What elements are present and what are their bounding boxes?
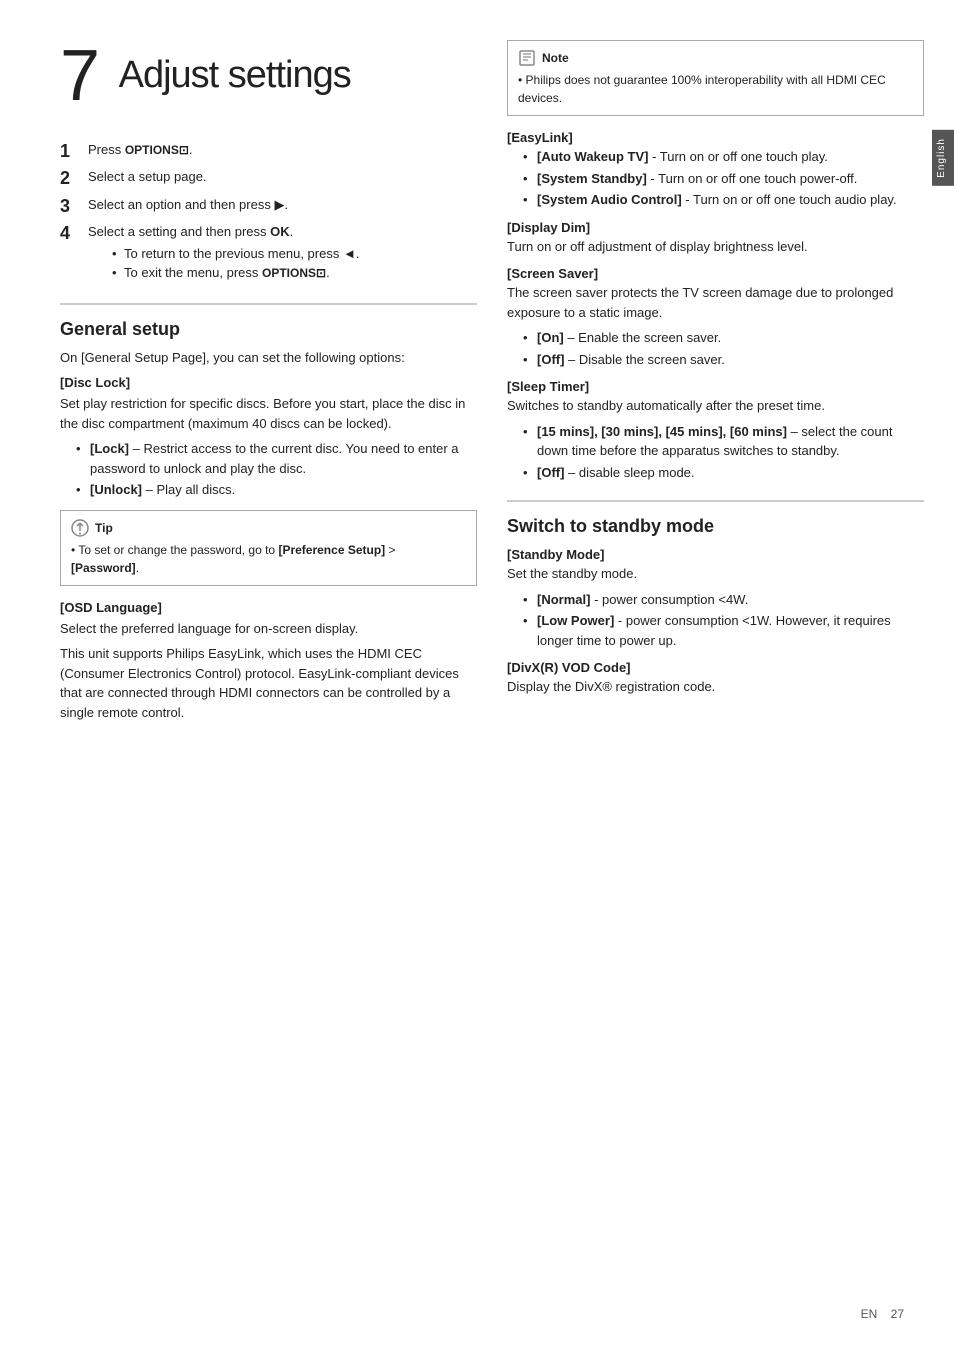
osd-language-body: Select the preferred language for on-scr… [60, 619, 477, 639]
step-4: 4 Select a setting and then press OK. To… [60, 222, 477, 283]
tip-text: • To set or change the password, go to [… [71, 541, 466, 577]
sleep-timer-heading: [Sleep Timer] [507, 379, 924, 394]
display-dim-heading: [Display Dim] [507, 220, 924, 235]
tip-header: Tip [71, 519, 466, 537]
chapter-number: 7 [60, 36, 99, 116]
footer-page-num: 27 [891, 1307, 904, 1321]
screen-saver-bullet-1: [On] – Enable the screen saver. [523, 328, 924, 348]
page-footer: EN 27 [861, 1307, 904, 1321]
step-1-num: 1 [60, 140, 84, 163]
left-column: 7 Adjust settings 1 Press OPTIONS⊡. 2 Se… [60, 40, 477, 1311]
step-2-text: Select a setup page. [88, 167, 207, 187]
disc-lock-bullet-1: [Lock] – Restrict access to the current … [76, 439, 477, 478]
step-1: 1 Press OPTIONS⊡. [60, 140, 477, 163]
section-divider-2 [507, 500, 924, 502]
tip-label: Tip [95, 519, 113, 537]
standby-mode-bullet-1: [Normal] - power consumption <4W. [523, 590, 924, 610]
easylink-bullet-1: [Auto Wakeup TV] - Turn on or off one to… [523, 147, 924, 167]
substep-4-1: To return to the previous menu, press ◄. [112, 244, 359, 264]
disc-lock-heading: [Disc Lock] [60, 375, 477, 390]
note-label: Note [542, 49, 569, 67]
step-3-num: 3 [60, 195, 84, 218]
osd-language-heading: [OSD Language] [60, 600, 477, 615]
step-3-text: Select an option and then press ▶. [88, 195, 288, 215]
easylink-bullet-3: [System Audio Control] - Turn on or off … [523, 190, 924, 210]
standby-mode-body: Set the standby mode. [507, 564, 924, 584]
step-4-num: 4 [60, 222, 84, 245]
step-1-text: Press OPTIONS⊡. [88, 140, 193, 160]
chapter-title: Adjust settings [119, 54, 351, 96]
side-tab: English [932, 130, 954, 186]
step-4-substeps: To return to the previous menu, press ◄.… [112, 244, 359, 283]
standby-mode-bullet-2: [Low Power] - power consumption <1W. How… [523, 611, 924, 650]
side-tab-text: English [936, 138, 947, 178]
sleep-timer-bullets: [15 mins], [30 mins], [45 mins], [60 min… [523, 422, 924, 483]
steps-list: 1 Press OPTIONS⊡. 2 Select a setup page.… [60, 140, 477, 283]
disc-lock-body: Set play restriction for specific discs.… [60, 394, 477, 433]
easylink-heading: [EasyLink] [507, 130, 924, 145]
easylink-bullet-2: [System Standby] - Turn on or off one to… [523, 169, 924, 189]
screen-saver-body: The screen saver protects the TV screen … [507, 283, 924, 322]
screen-saver-heading: [Screen Saver] [507, 266, 924, 281]
step-2-num: 2 [60, 167, 84, 190]
note-text: • Philips does not guarantee 100% intero… [518, 71, 913, 107]
sleep-timer-bullet-2: [Off] – disable sleep mode. [523, 463, 924, 483]
tip-box: Tip • To set or change the password, go … [60, 510, 477, 586]
step-4-text: Select a setting and then press OK. [88, 224, 293, 239]
standby-mode-bullets: [Normal] - power consumption <4W. [Low P… [523, 590, 924, 651]
footer-lang: EN [861, 1307, 878, 1321]
tip-icon [71, 519, 89, 537]
general-setup-intro: On [General Setup Page], you can set the… [60, 348, 477, 368]
screen-saver-bullets: [On] – Enable the screen saver. [Off] – … [523, 328, 924, 369]
standby-mode-heading: [Standby Mode] [507, 547, 924, 562]
general-setup-heading: General setup [60, 319, 477, 340]
chapter-heading: 7 Adjust settings [60, 40, 477, 112]
step-2: 2 Select a setup page. [60, 167, 477, 190]
disc-lock-bullet-2: [Unlock] – Play all discs. [76, 480, 477, 500]
display-dim-body: Turn on or off adjustment of display bri… [507, 237, 924, 257]
sleep-timer-body: Switches to standby automatically after … [507, 396, 924, 416]
note-header: Note [518, 49, 913, 67]
note-icon [518, 49, 536, 67]
note-box: Note • Philips does not guarantee 100% i… [507, 40, 924, 116]
divx-code-heading: [DivX(R) VOD Code] [507, 660, 924, 675]
switch-standby-heading: Switch to standby mode [507, 516, 924, 537]
right-column: Note • Philips does not guarantee 100% i… [507, 40, 924, 1311]
screen-saver-bullet-2: [Off] – Disable the screen saver. [523, 350, 924, 370]
sleep-timer-bullet-1: [15 mins], [30 mins], [45 mins], [60 min… [523, 422, 924, 461]
easylink-bullets: [Auto Wakeup TV] - Turn on or off one to… [523, 147, 924, 210]
divx-code-body: Display the DivX® registration code. [507, 677, 924, 697]
step-3: 3 Select an option and then press ▶. [60, 195, 477, 218]
substep-4-2: To exit the menu, press OPTIONS⊡. [112, 263, 359, 283]
page: English 7 Adjust settings 1 Press OPTION… [0, 0, 954, 1351]
disc-lock-bullets: [Lock] – Restrict access to the current … [76, 439, 477, 500]
easylink-intro: This unit supports Philips EasyLink, whi… [60, 644, 477, 722]
section-divider-1 [60, 303, 477, 305]
